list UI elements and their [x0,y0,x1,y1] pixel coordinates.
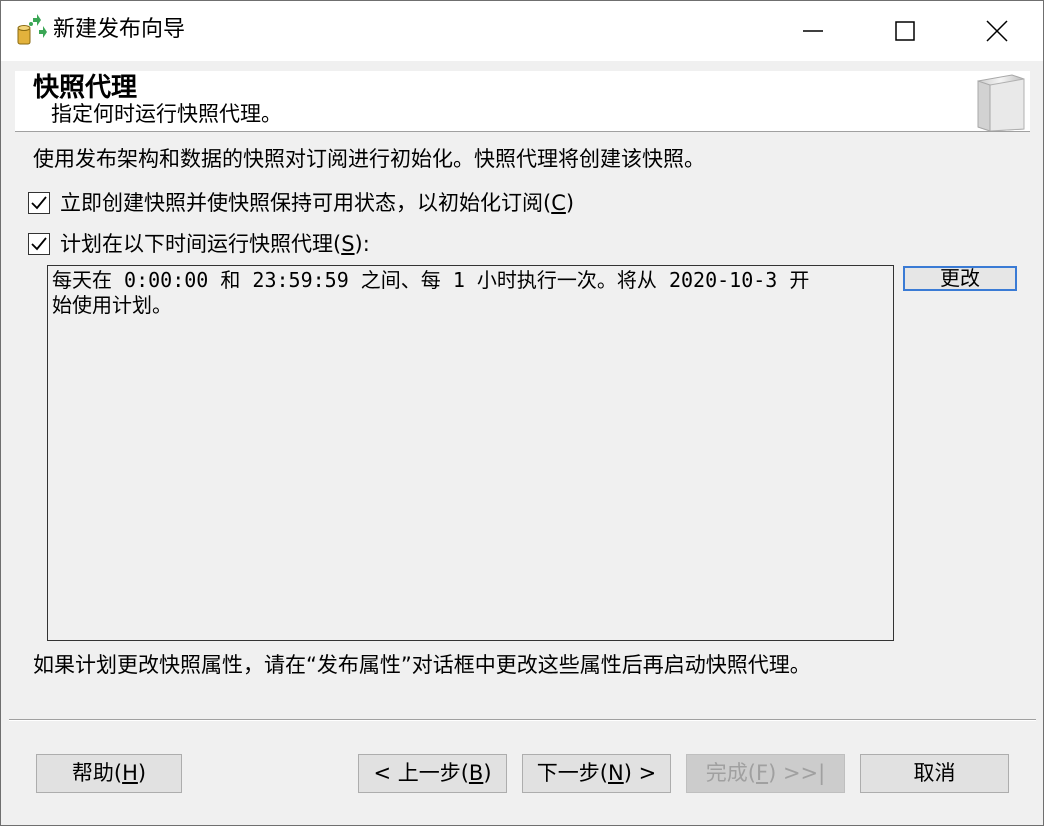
schedule-description-box: 每天在 0:00:00 和 23:59:59 之间、每 1 小时执行一次。将从 … [47,265,894,641]
create-snapshot-label: 立即创建快照并使快照保持可用状态，以初始化订阅(C) [60,191,575,215]
schedule-note: 如果计划更改快照属性，请在“发布属性”对话框中更改这些属性后再启动快照代理。 [33,653,811,677]
help-button[interactable]: 帮助(H) [36,754,182,793]
schedule-snapshot-label: 计划在以下时间运行快照代理(S): [60,232,370,256]
book-icon [977,74,1025,131]
footer-separator [9,719,1036,721]
window-title: 新建发布向导 [53,17,186,42]
finish-button[interactable]: 完成(F) >>| [686,754,845,793]
schedule-snapshot-option[interactable]: 计划在以下时间运行快照代理(S): [28,230,370,258]
page-description: 使用发布架构和数据的快照对订阅进行初始化。快照代理将创建该快照。 [33,147,705,171]
minimize-icon [803,30,823,32]
checkmark-icon [31,196,47,210]
publication-wizard-icon [17,14,47,45]
change-schedule-button[interactable]: 更改 [903,266,1017,291]
schedule-snapshot-checkbox[interactable] [28,233,50,255]
back-button[interactable]: < 上一步(B) [358,754,507,793]
wizard-header: 快照代理 指定何时运行快照代理。 [15,71,1030,132]
maximize-button[interactable] [859,1,951,61]
cancel-button[interactable]: 取消 [860,754,1009,793]
next-button[interactable]: 下一步(N) > [522,754,671,793]
close-button[interactable] [951,1,1043,61]
checkmark-icon [31,237,47,251]
page-subtitle: 指定何时运行快照代理。 [51,102,282,126]
minimize-button[interactable] [767,1,859,61]
close-icon [986,20,1008,42]
create-snapshot-checkbox[interactable] [28,192,50,214]
wizard-window: 新建发布向导 快照代理 指定何时运行快照代理。 使用发布架构和数据的快照对订阅进… [0,0,1044,826]
title-bar: 新建发布向导 [1,1,1043,61]
maximize-icon [895,21,915,41]
create-snapshot-option[interactable]: 立即创建快照并使快照保持可用状态，以初始化订阅(C) [28,189,574,217]
page-title: 快照代理 [33,73,138,103]
